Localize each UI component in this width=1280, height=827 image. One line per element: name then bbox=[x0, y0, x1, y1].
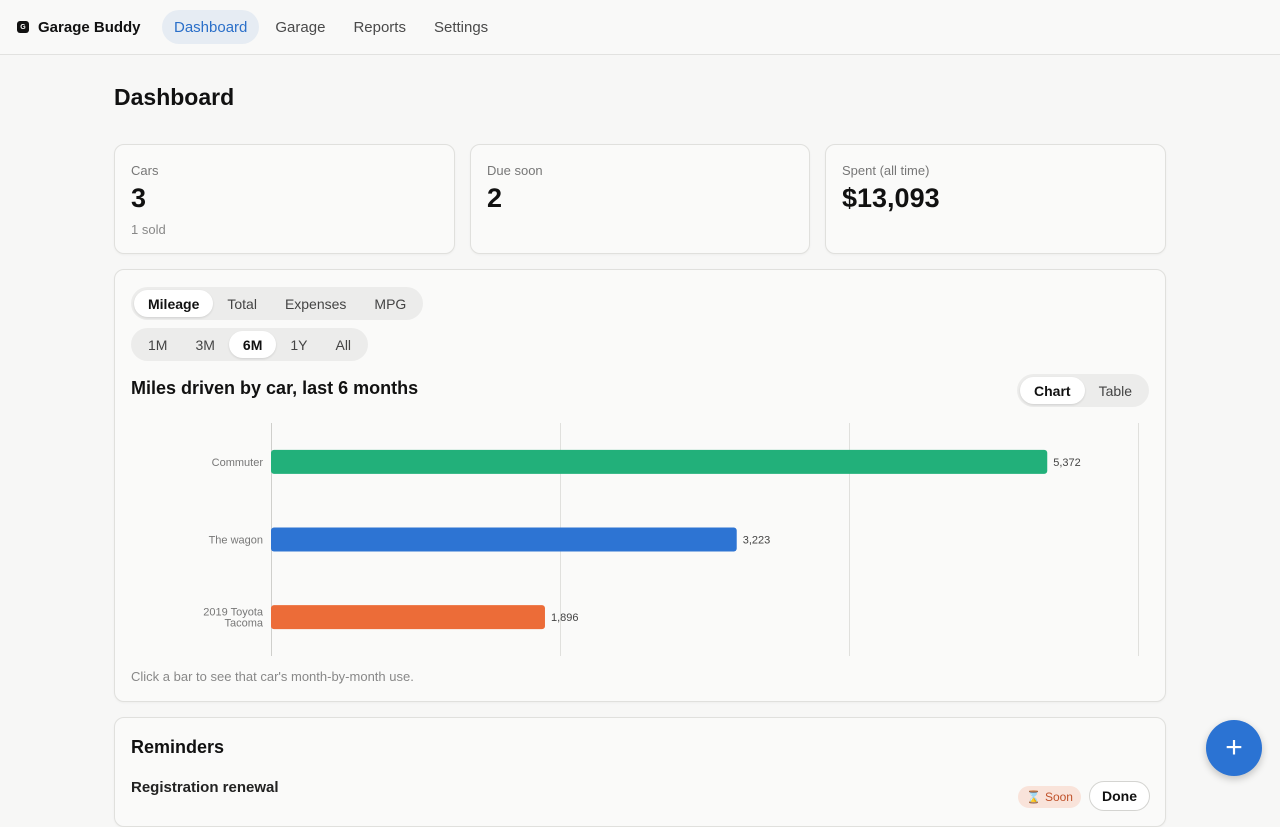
bar[interactable] bbox=[271, 605, 545, 630]
y-tick-label: The wagon bbox=[209, 535, 263, 547]
add-fab-button[interactable]: + bbox=[1206, 720, 1262, 776]
app-logo-icon: G bbox=[17, 21, 29, 33]
nav-reports[interactable]: Reports bbox=[341, 10, 418, 44]
page-title: Dashboard bbox=[114, 84, 235, 110]
stat-value: $13,093 bbox=[842, 183, 940, 213]
reminders-card: Reminders Registration renewal ⌛ Soon Do… bbox=[114, 717, 1166, 827]
data-label: 1,896 bbox=[551, 612, 579, 624]
app-name: Garage Buddy bbox=[38, 18, 141, 36]
hourglass-icon: ⌛ bbox=[1026, 790, 1041, 804]
nav-settings[interactable]: Settings bbox=[422, 10, 500, 44]
stat-label: Due soon bbox=[487, 163, 543, 178]
stat-label: Cars bbox=[131, 163, 159, 178]
plus-icon: + bbox=[1225, 731, 1243, 764]
y-tick-label: Tacoma bbox=[224, 618, 263, 630]
nav-dashboard[interactable]: Dashboard bbox=[162, 10, 260, 44]
reminder-name: Registration renewal bbox=[131, 779, 279, 796]
stat-label: Spent (all time) bbox=[842, 163, 930, 178]
data-label: 3,223 bbox=[743, 535, 771, 547]
bar-chart: Commuter 5,372The wagon 3,2232019 ToyotaTa… bbox=[203, 423, 1139, 656]
bar[interactable] bbox=[271, 449, 1048, 474]
main-nav: Dashboard Garage Reports Settings bbox=[162, 10, 500, 44]
stat-subtext: 1 sold bbox=[131, 222, 166, 237]
brand[interactable]: G Garage Buddy bbox=[17, 18, 141, 36]
y-tick-label: Commuter bbox=[212, 457, 264, 469]
stat-value: 2 bbox=[487, 183, 503, 213]
nav-garage[interactable]: Garage bbox=[263, 10, 337, 44]
status-badge: ⌛ Soon bbox=[1018, 786, 1081, 808]
stat-value: 3 bbox=[131, 183, 147, 213]
reminders-title: Reminders bbox=[131, 737, 225, 757]
bar[interactable] bbox=[271, 527, 737, 552]
done-button[interactable]: Done bbox=[1089, 781, 1150, 811]
stat-card-due-soon: Due soon 2 bbox=[470, 144, 810, 254]
data-label: 5,372 bbox=[1053, 457, 1081, 469]
chart-card: Mileage Total Expenses MPG 1M 3M 6M 1Y A… bbox=[114, 269, 1166, 702]
stat-card-spent: Spent (all time) $13,093 bbox=[825, 144, 1166, 254]
stat-card-cars: Cars 3 1 sold bbox=[114, 144, 455, 254]
top-nav-bar: G Garage Buddy Dashboard Garage Reports … bbox=[0, 0, 1280, 55]
chart-note: Click a bar to see that car's month-by-m… bbox=[131, 669, 414, 684]
status-badge-label: Soon bbox=[1044, 790, 1073, 804]
